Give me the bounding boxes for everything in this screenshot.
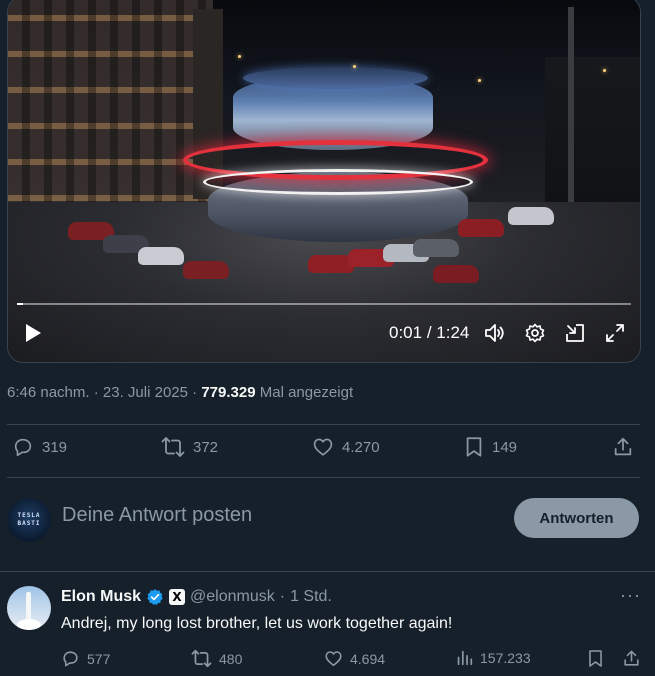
avatar-smoke [17, 619, 41, 630]
divider [7, 424, 640, 425]
tweet-header: Elon Musk X @elonmusk · 1 Std. [61, 588, 332, 606]
video-frame-car [138, 247, 184, 265]
video-time-separator: / [422, 323, 437, 342]
volume-icon [485, 324, 504, 342]
repost-count: 480 [219, 650, 243, 667]
like-icon [313, 438, 333, 456]
tweet-text: Andrej, my long lost brother, let us wor… [61, 615, 453, 632]
post-date[interactable]: 23. Juli 2025 [103, 384, 188, 401]
post-time[interactable]: 6:46 nachm. [7, 384, 90, 401]
fullscreen-button[interactable] [602, 315, 628, 351]
tweet-time[interactable]: 1 Std. [290, 588, 332, 606]
repost-icon [191, 649, 212, 668]
meta-separator: · [187, 384, 202, 401]
like-count: 4.694 [350, 650, 386, 667]
video-frame-light [238, 55, 241, 58]
video-frame-light [603, 69, 606, 72]
video-current-time: 0:01 [389, 323, 423, 342]
avatar-text-line2: BASTI [17, 520, 41, 527]
reply-composer: TESLA BASTI Antworten [0, 490, 655, 550]
video-frame-building-left [8, 0, 213, 212]
fullscreen-icon [606, 324, 624, 342]
more-options-button[interactable]: ··· [620, 585, 641, 606]
affiliate-badge: X [169, 589, 186, 605]
reply-input[interactable] [62, 504, 462, 527]
video-progress-fill [17, 303, 24, 305]
settings-button[interactable] [522, 315, 548, 351]
post-action-bar: 319 372 4.270 149 [0, 436, 655, 466]
volume-button[interactable] [482, 315, 508, 351]
view-count: 779.329 [201, 384, 256, 401]
video-frame-car [433, 265, 479, 283]
repost-action[interactable]: 480 [191, 649, 242, 668]
reply-icon [63, 651, 78, 667]
video-frame-light [353, 65, 356, 68]
reply-button[interactable]: Antworten [514, 498, 639, 538]
bookmark-icon [589, 650, 602, 667]
settings-icon [525, 323, 545, 343]
repost-action[interactable]: 372 [161, 436, 218, 458]
repost-count: 372 [193, 438, 219, 456]
share-action[interactable] [622, 649, 641, 668]
reply-action[interactable]: 319 [12, 436, 67, 458]
meta-separator: · [89, 384, 103, 401]
share-action[interactable] [612, 436, 634, 458]
divider [7, 477, 640, 478]
post-meta: 6:46 nachm. · 23. Juli 2025 · 779.329 Ma… [7, 384, 353, 401]
pip-icon [566, 324, 584, 342]
share-icon [624, 650, 639, 666]
views-action[interactable]: 157.233 [456, 649, 531, 666]
like-action[interactable]: 4.694 [324, 649, 385, 668]
video-frame-car [458, 219, 504, 237]
avatar-text-line1: TESLA [17, 512, 41, 519]
play-button[interactable] [20, 315, 46, 351]
video-frame-light [478, 79, 481, 82]
tweet-action-bar: 577 480 4.694 157.233 [0, 649, 655, 673]
video-controls: 0:01 / 1:24 [8, 315, 640, 355]
avatar[interactable]: TESLA BASTI [7, 498, 51, 542]
bookmark-icon [466, 437, 482, 457]
reply-count: 319 [42, 438, 68, 456]
avatar[interactable] [7, 586, 51, 630]
video-duration: 1:24 [436, 323, 470, 342]
play-icon [26, 324, 41, 342]
verified-icon [147, 589, 163, 606]
like-count: 4.270 [342, 438, 380, 456]
author-name[interactable]: Elon Musk [61, 588, 141, 606]
video-frame-diner-roof [243, 67, 428, 89]
author-handle[interactable]: @elonmusk [190, 588, 275, 606]
avatar-rocket [26, 592, 31, 622]
video-time: 0:01 / 1:24 [389, 323, 469, 343]
bookmark-action[interactable]: 149 [464, 436, 517, 458]
like-action[interactable]: 4.270 [312, 436, 380, 458]
video-player[interactable]: 0:01 / 1:24 [7, 0, 641, 363]
video-frame-car [508, 207, 554, 225]
reply-count: 577 [87, 650, 111, 667]
bookmark-action[interactable] [587, 649, 604, 668]
reply-action[interactable]: 577 [61, 649, 110, 668]
picture-in-picture-button[interactable] [562, 315, 588, 351]
share-icon [614, 437, 632, 456]
video-frame-car [183, 261, 229, 279]
view-count-label: Mal angezeigt [255, 384, 354, 401]
views-icon [457, 650, 473, 666]
video-frame-pole [568, 7, 574, 217]
like-icon [325, 651, 342, 667]
repost-icon [161, 437, 185, 457]
divider [0, 571, 655, 572]
bookmark-count: 149 [492, 438, 518, 456]
video-frame-car [413, 239, 459, 257]
reply-tweet[interactable]: Elon Musk X @elonmusk · 1 Std. ··· Andre… [0, 573, 655, 676]
video-frame-diner-white-ring [203, 169, 473, 195]
reply-icon [14, 438, 32, 457]
video-progress-bar[interactable] [17, 303, 631, 305]
header-separator: · [279, 588, 286, 605]
views-count: 157.233 [480, 649, 531, 666]
